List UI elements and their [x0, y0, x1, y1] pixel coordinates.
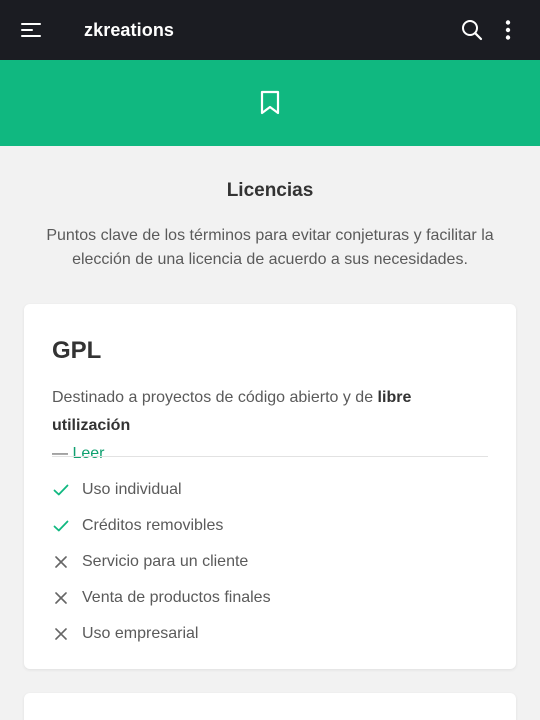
feature-label: Créditos removibles — [82, 517, 224, 534]
more-options-button[interactable] — [494, 14, 522, 46]
top-app-bar: zkreations — [0, 0, 540, 60]
license-name: GPL — [52, 337, 102, 364]
feature-list: Uso individual Créditos removibles Servi… — [52, 472, 488, 652]
feature-item: Créditos removibles — [52, 508, 488, 544]
menu-button[interactable] — [14, 14, 48, 46]
search-button[interactable] — [456, 14, 488, 46]
divider — [52, 456, 488, 457]
feature-label: Servicio para un cliente — [82, 553, 249, 570]
feature-item: Uso individual — [52, 472, 488, 508]
close-icon — [52, 589, 70, 607]
feature-item: Servicio para un cliente — [52, 544, 488, 580]
menu-icon — [21, 23, 41, 37]
license-card: GPL Destinado a proyectos de código abie… — [24, 304, 516, 669]
bookmark-icon — [260, 90, 280, 115]
read-link[interactable]: Leer — [72, 445, 104, 462]
license-description-text: Destinado a proyectos de código abierto … — [52, 389, 378, 406]
search-icon — [462, 20, 483, 41]
feature-label: Venta de productos finales — [82, 589, 271, 606]
hero-banner — [0, 60, 540, 146]
more-vertical-icon — [505, 20, 511, 40]
close-icon — [52, 625, 70, 643]
section-title: Licencias — [226, 180, 314, 201]
license-card-next — [24, 693, 516, 720]
feature-label: Uso empresarial — [82, 625, 199, 642]
section-description: Puntos clave de los términos para evitar… — [46, 227, 494, 268]
feature-item: Uso empresarial — [52, 616, 488, 652]
feature-item: Venta de productos finales — [52, 580, 488, 616]
check-icon — [52, 517, 70, 535]
close-icon — [52, 553, 70, 571]
license-description-dash: — — [52, 445, 68, 462]
feature-label: Uso individual — [82, 481, 182, 498]
check-icon — [52, 481, 70, 499]
app-title[interactable]: zkreations — [84, 0, 174, 60]
